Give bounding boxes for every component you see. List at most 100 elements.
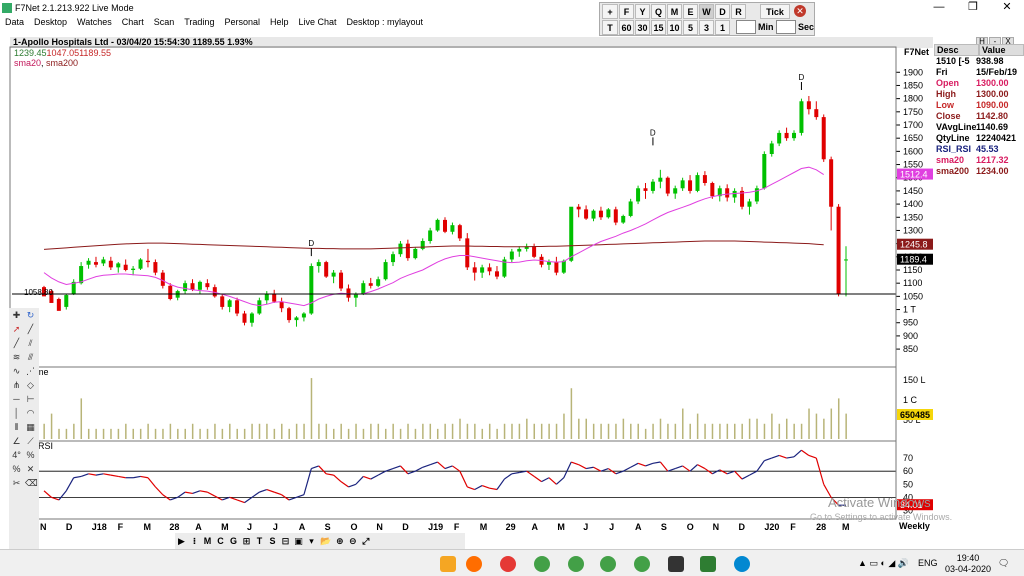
pct-tool-icon[interactable]: %	[25, 450, 36, 461]
cycle-tool-icon[interactable]: ⋔	[11, 380, 22, 391]
tf-1-button[interactable]: 1	[715, 20, 730, 35]
min-input[interactable]	[736, 20, 756, 34]
telegram-icon[interactable]	[734, 556, 750, 572]
g-button[interactable]: G	[229, 536, 238, 546]
menu-trading[interactable]: Trading	[179, 17, 219, 27]
parallel-tool-icon[interactable]: ⫻	[25, 352, 36, 363]
menu-scan[interactable]: Scan	[149, 17, 180, 27]
tf-q-button[interactable]: Q	[651, 4, 666, 19]
dots-button[interactable]: ⁝	[190, 536, 199, 547]
ray-tool-icon[interactable]: ╱	[11, 338, 22, 349]
sec-input[interactable]	[776, 20, 796, 34]
hline-tool-icon[interactable]: ─	[11, 394, 22, 405]
info-value: 1090.00	[976, 100, 1009, 110]
chrome-3-icon[interactable]	[600, 556, 616, 572]
eraser-tool-icon[interactable]: ⌫	[25, 478, 38, 489]
tf-5-button[interactable]: 5	[683, 20, 698, 35]
film-app-icon[interactable]	[668, 556, 684, 572]
menu-desktop-layout[interactable]: Desktop : mylayout	[342, 17, 429, 27]
gann-tool-icon[interactable]: ⊢	[25, 394, 36, 405]
t-button[interactable]: T	[255, 536, 264, 546]
tf-t-button[interactable]: T	[602, 20, 618, 35]
language-indicator[interactable]: ENG	[918, 550, 938, 576]
excel-icon[interactable]	[700, 556, 716, 572]
zoom-out-icon[interactable]: ⊖	[348, 536, 357, 547]
grid-tool-icon[interactable]: ▦	[25, 422, 36, 433]
opera-icon[interactable]	[500, 556, 516, 572]
menu-watches[interactable]: Watches	[72, 17, 117, 27]
menu-data[interactable]: Data	[0, 17, 29, 27]
angle-tool-icon[interactable]: ∠	[11, 436, 22, 447]
notification-icon[interactable]: 🗨	[998, 550, 1009, 576]
wave-tool-icon[interactable]: ∿	[11, 366, 22, 377]
chrome-icon[interactable]	[534, 556, 550, 572]
tf-r-button[interactable]: R	[731, 4, 746, 19]
menu-personal[interactable]: Personal	[219, 17, 265, 27]
file-explorer-icon[interactable]	[440, 556, 456, 572]
chrome-2-icon[interactable]	[568, 556, 584, 572]
folder-icon[interactable]: 📂	[320, 536, 331, 547]
s-button[interactable]: S	[268, 536, 277, 546]
tf-3-button[interactable]: 3	[699, 20, 714, 35]
layout-button[interactable]: ⊟	[281, 536, 290, 547]
tf-f-button[interactable]: F	[619, 4, 634, 19]
tf-y-button[interactable]: Y	[635, 4, 650, 19]
zoom-in-icon[interactable]: ⊕	[335, 536, 344, 547]
cross-tool-icon[interactable]: ✕	[25, 464, 36, 475]
c-button[interactable]: C	[216, 536, 225, 546]
candle-body	[569, 206, 574, 261]
m-button[interactable]: M	[203, 536, 212, 546]
tf-w-button[interactable]: W	[699, 4, 714, 19]
menu-help[interactable]: Help	[265, 17, 294, 27]
clock[interactable]: 19:40 03-04-2020	[945, 553, 991, 575]
close-icon[interactable]: ✕	[794, 5, 806, 17]
candle-body	[279, 301, 284, 309]
vline-tool-icon[interactable]: │	[11, 408, 22, 419]
menu-desktop[interactable]: Desktop	[29, 17, 72, 27]
tf-60-button[interactable]: 60	[619, 20, 634, 35]
channel-tool-icon[interactable]: ⫽	[25, 338, 36, 349]
bars-tool-icon[interactable]: ⦀	[11, 422, 22, 433]
fib-tool-icon[interactable]: ≋	[11, 352, 22, 363]
price-tick-label: 1450	[903, 186, 923, 196]
pct2-tool-icon[interactable]: %	[11, 464, 22, 475]
refresh-tool-icon[interactable]: ↻	[25, 310, 36, 321]
dropdown-icon[interactable]: ▾	[307, 536, 316, 547]
arc-tool-icon[interactable]: ◠	[25, 408, 36, 419]
price-chart[interactable]: 1058.80 D D D 1900 1850 1800 1750 1700 1650 1600…	[0, 37, 934, 537]
scissors-tool-icon[interactable]: ✂	[11, 478, 22, 489]
tf-30-button[interactable]: 30	[635, 20, 650, 35]
tf-10-button[interactable]: 10	[667, 20, 682, 35]
arrow-tool-icon[interactable]: ➚	[11, 324, 22, 335]
tf-e-button[interactable]: E	[683, 4, 698, 19]
tf-d-button[interactable]: D	[715, 4, 730, 19]
firefox-icon[interactable]	[466, 556, 482, 572]
sec-label: Sec	[798, 22, 815, 32]
tf-15-button[interactable]: 15	[651, 20, 666, 35]
minimize-button[interactable]: —	[922, 0, 956, 15]
candle-body	[829, 159, 834, 207]
menu-live-chat[interactable]: Live Chat	[294, 17, 342, 27]
line-tool-icon[interactable]: ╱	[25, 324, 36, 335]
chrome-4-icon[interactable]	[634, 556, 650, 572]
grid-button[interactable]: ⊞	[242, 536, 251, 547]
volume-bar	[347, 428, 350, 439]
tray-icons[interactable]: ▲ ▭ ◐ ◢ 🔊	[858, 550, 909, 576]
save-icon[interactable]: ▣	[294, 536, 303, 547]
fit-icon[interactable]: ⤢	[361, 536, 370, 547]
volume-bar	[243, 428, 246, 439]
crosshair-tool-icon[interactable]: ✚	[11, 310, 22, 321]
tf-m-button[interactable]: M	[667, 4, 682, 19]
diamond-tool-icon[interactable]: ◇	[25, 380, 36, 391]
candle-body	[465, 238, 470, 268]
menu-chart[interactable]: Chart	[117, 17, 149, 27]
trend-tool-icon[interactable]: ⟋	[25, 436, 36, 447]
rsi-segment	[244, 496, 253, 504]
fan-tool-icon[interactable]: ⋰	[25, 366, 36, 377]
play-button[interactable]: ▶	[177, 536, 186, 547]
close-button[interactable]: ✕	[990, 0, 1024, 15]
crosshair-button[interactable]: +	[602, 4, 618, 19]
restore-button[interactable]: ❐	[956, 0, 990, 15]
angle45-tool-icon[interactable]: 4°	[11, 450, 22, 461]
tf-tick-button[interactable]: Tick	[760, 4, 790, 19]
